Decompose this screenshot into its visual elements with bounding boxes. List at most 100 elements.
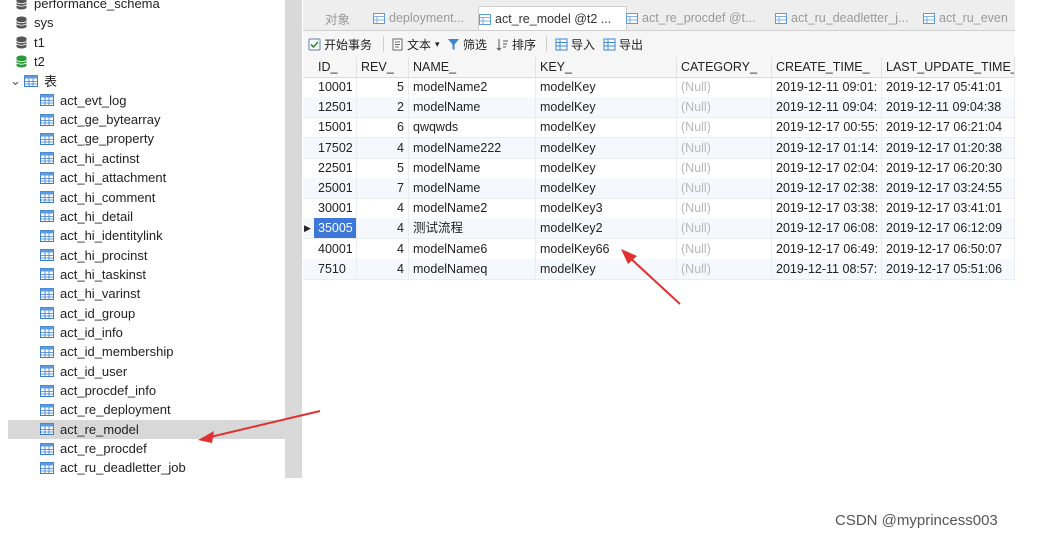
table-row[interactable]: 30001 4 modelName2 modelKey3 (Null) 2019-12-1… <box>303 198 1015 220</box>
tree-item--[interactable]: ⌄ 表 <box>8 71 285 90</box>
column-header-category[interactable]: CATEGORY_ <box>677 57 772 77</box>
cell-name[interactable]: modelName2 <box>409 77 536 97</box>
cell-update[interactable]: 2019-12-17 05:41:01 <box>882 77 1015 97</box>
cell-category[interactable]: (Null) <box>677 157 772 178</box>
cell-rev[interactable]: 6 <box>357 117 409 138</box>
cell-key[interactable]: modelKey <box>536 97 677 118</box>
table-row[interactable]: 10001 5 modelName2 modelKey (Null) 2019-12-11… <box>303 77 1015 98</box>
chevron-down-icon[interactable]: ⌄ <box>10 74 21 87</box>
cell-category[interactable]: (Null) <box>677 198 772 219</box>
cell-name[interactable]: modelName <box>409 178 536 198</box>
column-header-createtime[interactable]: CREATE_TIME_ <box>772 57 882 77</box>
cell-name[interactable]: modelNameq <box>409 258 536 279</box>
tree-item-t1[interactable]: t1 <box>8 33 285 52</box>
column-header-name[interactable]: NAME_ <box>409 57 536 77</box>
cell-rev[interactable]: 4 <box>357 258 409 279</box>
cell-rev[interactable]: 4 <box>357 218 409 239</box>
tab-3[interactable]: act_re_procdef @t... <box>626 6 774 30</box>
tree-item-sys[interactable]: sys <box>8 13 285 32</box>
tree-item-act-re-procdef[interactable]: act_re_procdef <box>8 439 285 458</box>
tree-item-act-hi-taskinst[interactable]: act_hi_taskinst <box>8 265 285 284</box>
cell-name[interactable]: qwqwds <box>409 117 536 138</box>
cell-name[interactable]: modelName6 <box>409 238 536 259</box>
cell-update[interactable]: 2019-12-17 06:20:30 <box>882 157 1015 178</box>
tree-item-act-procdef-info[interactable]: act_procdef_info <box>8 381 285 400</box>
cell-name[interactable]: modelName <box>409 97 536 118</box>
cell-create[interactable]: 2019-12-17 00:55: <box>772 117 882 138</box>
tree-item-act-ge-bytearray[interactable]: act_ge_bytearray <box>8 110 285 129</box>
cell-create[interactable]: 2019-12-17 03:38: <box>772 198 882 219</box>
table-row[interactable]: 7510 4 modelNameq modelKey (Null) 2019-12-11 … <box>303 258 1015 280</box>
cell-category[interactable]: (Null) <box>677 97 772 118</box>
cell-rev[interactable]: 4 <box>357 238 409 259</box>
cell-category[interactable]: (Null) <box>677 258 772 279</box>
cell-name[interactable]: modelName222 <box>409 137 536 158</box>
tree-item-act-hi-detail[interactable]: act_hi_detail <box>8 207 285 226</box>
text-button[interactable]: 文本 ▾ <box>391 35 440 53</box>
cell-create[interactable]: 2019-12-17 01:14: <box>772 137 882 158</box>
tree-item-performance-schema[interactable]: performance_schema <box>8 0 285 13</box>
tree-item-act-hi-identitylink[interactable]: act_hi_identitylink <box>8 226 285 245</box>
cell-id[interactable]: 17502 <box>314 137 357 158</box>
cell-update[interactable]: 2019-12-17 05:51:06 <box>882 258 1015 279</box>
tree-item-act-ru-deadletter-job[interactable]: act_ru_deadletter_job <box>8 458 285 477</box>
cell-rev[interactable]: 4 <box>357 198 409 219</box>
begin-transaction-button[interactable]: 开始事务 <box>308 35 372 53</box>
cell-key[interactable]: modelKey3 <box>536 198 677 219</box>
cell-id[interactable]: 35005 <box>314 218 357 239</box>
tab-4[interactable]: act_ru_deadletter_j... <box>775 6 922 30</box>
cell-category[interactable]: (Null) <box>677 77 772 97</box>
table-row[interactable]: 22501 5 modelName modelKey (Null) 2019-12-17 … <box>303 157 1015 179</box>
cell-key[interactable]: modelKey2 <box>536 218 677 239</box>
cell-key[interactable]: modelKey <box>536 157 677 178</box>
cell-name[interactable]: modelName <box>409 157 536 178</box>
cell-category[interactable]: (Null) <box>677 178 772 198</box>
cell-update[interactable]: 2019-12-17 06:12:09 <box>882 218 1015 239</box>
cell-rev[interactable]: 5 <box>357 77 409 97</box>
cell-key[interactable]: modelKey <box>536 258 677 279</box>
cell-key[interactable]: modelKey <box>536 178 677 198</box>
cell-create[interactable]: 2019-12-17 06:08: <box>772 218 882 239</box>
cell-category[interactable]: (Null) <box>677 218 772 239</box>
tree-item-act-hi-attachment[interactable]: act_hi_attachment <box>8 168 285 187</box>
cell-id[interactable]: 12501 <box>314 97 357 118</box>
cell-rev[interactable]: 7 <box>357 178 409 198</box>
cell-key[interactable]: modelKey66 <box>536 238 677 259</box>
table-row[interactable]: 17502 4 modelName222 modelKey (Null) 2019-12-… <box>303 137 1015 159</box>
cell-id[interactable]: 10001 <box>314 77 357 97</box>
sort-button[interactable]: 排序 <box>496 35 536 53</box>
cell-key[interactable]: modelKey <box>536 117 677 138</box>
cell-create[interactable]: 2019-12-11 09:04: <box>772 97 882 118</box>
tree-item-act-re-model[interactable]: act_re_model <box>8 419 285 439</box>
tree-item-act-hi-procinst[interactable]: act_hi_procinst <box>8 246 285 265</box>
cell-create[interactable]: 2019-12-17 06:49: <box>772 238 882 259</box>
column-header-rev[interactable]: REV_ <box>357 57 409 77</box>
export-button[interactable]: 导出 <box>603 35 643 53</box>
tree-scrollbar[interactable] <box>285 0 302 478</box>
tree-item-act-hi-actinst[interactable]: act_hi_actinst <box>8 149 285 168</box>
cell-create[interactable]: 2019-12-17 02:04: <box>772 157 882 178</box>
table-row[interactable]: 15001 6 qwqwds modelKey (Null) 2019-12-17 00:… <box>303 117 1015 139</box>
tree-item-act-id-group[interactable]: act_id_group <box>8 304 285 323</box>
cell-rev[interactable]: 4 <box>357 137 409 158</box>
tree-item-act-hi-comment[interactable]: act_hi_comment <box>8 188 285 207</box>
column-header-key[interactable]: KEY_ <box>536 57 677 77</box>
table-row[interactable]: 40001 4 modelName6 modelKey66 (Null) 2019-12-… <box>303 238 1015 260</box>
cell-name[interactable]: 测试流程 <box>409 218 536 239</box>
cell-id[interactable]: 40001 <box>314 238 357 259</box>
tree-item-act-id-user[interactable]: act_id_user <box>8 362 285 381</box>
cell-key[interactable]: modelKey <box>536 77 677 97</box>
cell-category[interactable]: (Null) <box>677 137 772 158</box>
tree-item-act-id-info[interactable]: act_id_info <box>8 323 285 342</box>
cell-category[interactable]: (Null) <box>677 117 772 138</box>
tree-item-act-hi-varinst[interactable]: act_hi_varinst <box>8 284 285 303</box>
filter-button[interactable]: 筛选 <box>447 35 487 53</box>
tree-item-act-evt-log[interactable]: act_evt_log <box>8 91 285 110</box>
cell-update[interactable]: 2019-12-17 06:21:04 <box>882 117 1015 138</box>
cell-id[interactable]: 7510 <box>314 258 357 279</box>
cell-rev[interactable]: 5 <box>357 157 409 178</box>
table-row[interactable]: 25001 7 modelName modelKey (Null) 2019-12-17 … <box>303 178 1015 199</box>
tree-item-act-ge-property[interactable]: act_ge_property <box>8 129 285 148</box>
cell-id[interactable]: 25001 <box>314 178 357 198</box>
import-button[interactable]: 导入 <box>555 35 595 53</box>
